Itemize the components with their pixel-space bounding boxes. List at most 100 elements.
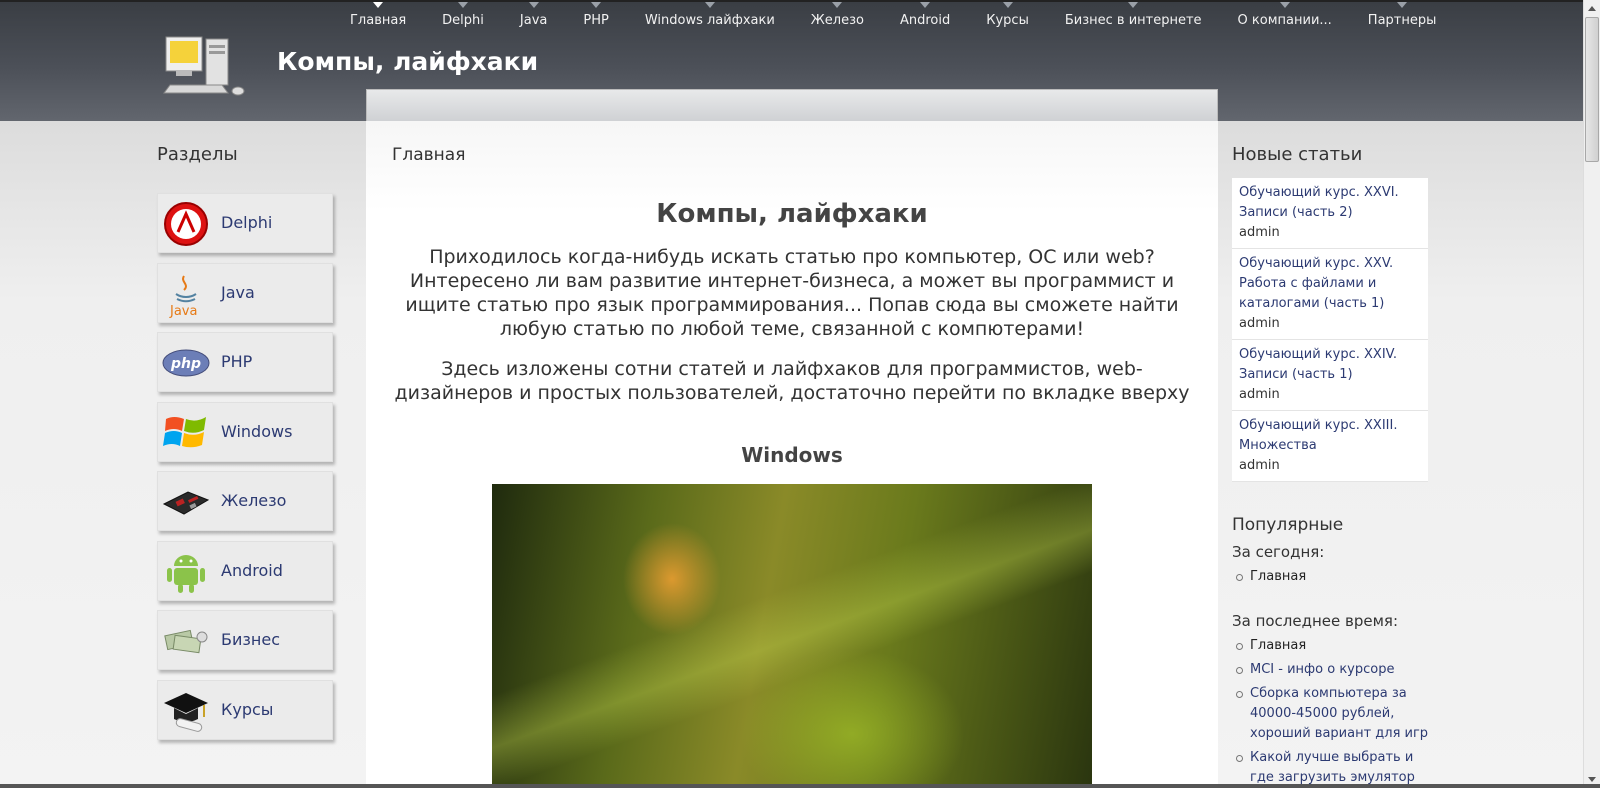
content-top-bar [366,89,1218,121]
nav-item-label: Android [899,13,951,28]
list-item: Обучающий курс. XXIII. Множества admin [1232,411,1428,482]
category-courses[interactable]: Курсы [157,680,333,740]
new-articles-heading: Новые статьи [1232,144,1363,165]
breadcrumb: Главная [392,145,466,165]
article-author: admin [1239,387,1280,402]
category-label: PHP [221,352,253,371]
popular-link: Главная [1250,569,1307,584]
scrollbar-thumb[interactable] [1585,17,1599,162]
nav-item-hardware[interactable]: Железо [793,2,882,42]
nav-item-label: Бизнес в интернете [1064,13,1202,28]
motherboard-icon [162,491,210,515]
today-list: Главная [1236,567,1436,591]
article-link[interactable]: Обучающий курс. XXVI. Записи (часть 2) [1239,183,1421,223]
section-heading: Windows [741,443,843,467]
category-label: Бизнес [221,630,280,649]
description-paragraph: Здесь изложены сотни статей и лайфхаков … [394,358,1190,404]
category-php[interactable]: php PHP [157,332,333,392]
nav-item-java[interactable]: Java [502,2,565,42]
nav-item-label: Главная [350,13,407,28]
article-link[interactable]: Обучающий курс. XXIV. Записи (часть 1) [1239,345,1421,385]
article-link[interactable]: Обучающий курс. XXV. Работа с файлами и … [1239,254,1421,314]
popular-link: Какой лучше выбрать и где загрузить эмул… [1250,750,1415,785]
scroll-down-arrow-icon[interactable] [1588,777,1596,782]
nav-item-label: Партнеры [1367,13,1437,28]
scroll-up-arrow-icon[interactable] [1588,6,1596,11]
svg-text:php: php [170,356,201,372]
list-item: Обучающий курс. XXVI. Записи (часть 2) a… [1232,178,1428,249]
svg-text:Java: Java [169,304,197,318]
nav-item-business[interactable]: Бизнес в интернете [1047,2,1220,42]
nav-item-android[interactable]: Android [882,2,968,42]
list-item[interactable]: Главная [1236,567,1436,587]
windows-wallpaper-image[interactable] [492,484,1092,788]
top-navigation: Главная Delphi Java PHP Windows лайфхаки… [332,2,1454,42]
nav-item-about[interactable]: О компании... [1220,2,1350,42]
category-label: Курсы [221,700,274,719]
graduation-cap-icon [164,693,208,732]
popular-heading: Популярные [1232,515,1344,535]
nav-item-label: О компании... [1237,13,1332,28]
computer-logo-icon[interactable] [162,33,254,99]
bullet-icon [1236,691,1243,698]
java-logo-icon: Java [169,275,197,318]
category-java[interactable]: Java Java [157,263,333,323]
category-label: Железо [221,491,287,510]
main-content: Главная Компы, лайфхаки Приходилось когд… [366,121,1218,788]
bullet-icon [1236,574,1243,581]
article-author: admin [1239,316,1280,331]
list-item[interactable]: Сборка компьютера за 40000-45000 рублей,… [1236,684,1436,744]
sections-heading: Разделы [157,144,238,165]
bullet-icon [1236,667,1243,674]
windows-logo-icon [163,417,206,448]
nav-item-label: Java [519,13,548,28]
nav-item-label: Курсы [986,13,1029,28]
today-label: За сегодня: [1232,543,1325,561]
article-link[interactable]: Обучающий курс. XXIII. Множества [1239,416,1421,456]
popular-link: Сборка компьютера за 40000-45000 рублей,… [1250,686,1429,741]
nav-item-php[interactable]: PHP [565,2,626,42]
nav-item-partners[interactable]: Партнеры [1350,2,1455,42]
nav-item-label: Windows лайфхаки [644,13,775,28]
category-hardware[interactable]: Железо [157,471,333,531]
vertical-scrollbar[interactable] [1583,0,1600,788]
list-item: Обучающий курс. XXIV. Записи (часть 1) a… [1232,340,1428,411]
nav-item-label: Железо [810,13,864,28]
recent-list: Главная MCI - инфо о курсоре Сборка комп… [1236,636,1436,788]
nav-item-courses[interactable]: Курсы [968,2,1047,42]
list-item[interactable]: MCI - инфо о курсоре [1236,660,1436,680]
list-item: Обучающий курс. XXV. Работа с файлами и … [1232,249,1428,340]
android-robot-icon [167,555,205,593]
popular-link: Главная [1250,638,1307,653]
page-title: Компы, лайфхаки [656,199,928,229]
bullet-icon [1236,643,1243,650]
money-icon [164,629,208,654]
nav-item-home[interactable]: Главная [332,2,424,42]
nav-item-label: PHP [583,13,609,28]
recent-label: За последнее время: [1232,612,1399,630]
article-author: admin [1239,458,1280,473]
article-author: admin [1239,225,1280,240]
nav-item-delphi[interactable]: Delphi [424,2,502,42]
list-item[interactable]: Главная [1236,636,1436,656]
category-android[interactable]: Android [157,541,333,601]
php-logo-icon: php [162,349,210,377]
category-windows[interactable]: Windows [157,402,333,462]
list-item[interactable]: Какой лучше выбрать и где загрузить эмул… [1236,748,1436,788]
intro-paragraph: Приходилось когда-нибудь искать статью п… [405,246,1179,340]
category-business[interactable]: Бизнес [157,610,333,670]
category-label: Android [221,561,283,580]
category-label: Java [221,283,255,302]
page: Главная Delphi Java PHP Windows лайфхаки… [0,0,1583,788]
bullet-icon [1236,755,1243,762]
nav-item-windows[interactable]: Windows лайфхаки [627,2,793,42]
category-delphi[interactable]: Delphi [157,193,333,253]
new-articles-list: Обучающий курс. XXVI. Записи (часть 2) a… [1232,178,1428,482]
delphi-logo-icon [164,202,208,246]
category-label: Delphi [221,213,273,232]
popular-link: MCI - инфо о курсоре [1250,662,1395,677]
site-title[interactable]: Компы, лайфхаки [277,47,538,76]
category-label: Windows [221,422,293,441]
window-bottom-edge [0,784,1600,788]
nav-item-label: Delphi [442,13,484,28]
